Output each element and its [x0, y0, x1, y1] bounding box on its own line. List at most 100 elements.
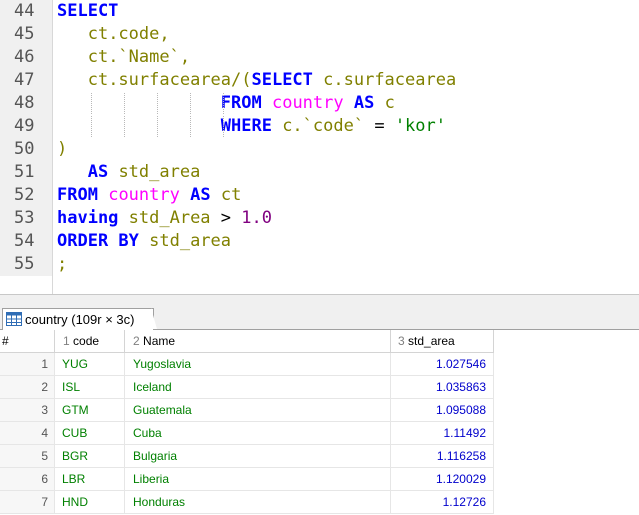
- result-grid[interactable]: # 1 code 2 Name 3 std_area 1 YUG Yugoslavi…: [0, 330, 639, 515]
- code-text: ct.`Name`,: [57, 46, 190, 69]
- table-row[interactable]: 4 CUB Cuba 1.11492: [0, 422, 494, 445]
- line-number-gutter: 47: [0, 69, 52, 92]
- column-header-std-area[interactable]: 3 std_area: [391, 330, 494, 353]
- indent-guide: [190, 93, 191, 114]
- code-token: ct.`Name`,: [87, 47, 191, 67]
- cell-std-area[interactable]: 1.116258: [391, 445, 494, 468]
- code-token: >: [220, 208, 232, 228]
- cell-code[interactable]: YUG: [55, 353, 125, 376]
- code-text: ORDER BY std_area: [57, 230, 231, 253]
- row-index[interactable]: 2: [0, 376, 55, 399]
- line-number-gutter: 51: [0, 161, 52, 184]
- code-token: ORDER BY: [57, 231, 139, 251]
- code-token: WHERE: [220, 116, 272, 136]
- line-number-gutter: 46: [0, 46, 52, 69]
- indent-guide: [190, 116, 191, 137]
- line-number: 55: [14, 254, 35, 274]
- row-index[interactable]: 7: [0, 491, 55, 514]
- code-line[interactable]: 51 AS std_area: [0, 161, 639, 184]
- code-token: 'kor': [394, 116, 446, 136]
- code-token: c: [374, 93, 395, 113]
- result-tab-country[interactable]: country (109r × 3c): [2, 308, 154, 330]
- cell-std-area[interactable]: 1.035863: [391, 376, 494, 399]
- indent-guide: [91, 116, 92, 137]
- column-name: std_area: [408, 334, 455, 348]
- row-index[interactable]: 6: [0, 468, 55, 491]
- cell-name[interactable]: Guatemala: [125, 399, 391, 422]
- cell-std-area[interactable]: 1.095088: [391, 399, 494, 422]
- code-line[interactable]: 54 ORDER BY std_area: [0, 230, 639, 253]
- column-header-code[interactable]: 1 code: [55, 330, 125, 353]
- line-number: 45: [14, 24, 35, 44]
- column-header-name[interactable]: 2 Name: [125, 330, 391, 353]
- cell-code[interactable]: BGR: [55, 445, 125, 468]
- cell-name[interactable]: Honduras: [125, 491, 391, 514]
- code-line[interactable]: 47 ct.surfacearea/(SELECT c.surfacearea: [0, 69, 639, 92]
- code-line[interactable]: 46 ct.`Name`,: [0, 46, 639, 69]
- cell-name[interactable]: Cuba: [125, 422, 391, 445]
- code-line[interactable]: 50): [0, 138, 639, 161]
- code-token: std_area: [108, 162, 201, 182]
- line-number: 51: [14, 162, 35, 182]
- table-row[interactable]: 3 GTM Guatemala 1.095088: [0, 399, 494, 422]
- cell-code[interactable]: GTM: [55, 399, 125, 422]
- column-number: 1: [63, 334, 70, 348]
- code-text: SELECT: [57, 0, 118, 23]
- cell-name[interactable]: Liberia: [125, 468, 391, 491]
- table-row[interactable]: 6 LBR Liberia 1.120029: [0, 468, 494, 491]
- cell-name[interactable]: Bulgaria: [125, 445, 391, 468]
- editor-results-splitter[interactable]: [0, 294, 639, 309]
- table-row[interactable]: 2 ISL Iceland 1.035863: [0, 376, 494, 399]
- code-text: ): [57, 138, 67, 161]
- cell-std-area[interactable]: 1.120029: [391, 468, 494, 491]
- table-row[interactable]: 5 BGR Bulgaria 1.116258: [0, 445, 494, 468]
- code-text: ;: [57, 253, 67, 276]
- result-tab-strip: country (109r × 3c): [0, 308, 639, 330]
- code-token: std_Area: [118, 208, 221, 228]
- cell-code[interactable]: ISL: [55, 376, 125, 399]
- row-index[interactable]: 5: [0, 445, 55, 468]
- indent-guide: [223, 116, 224, 137]
- line-number: 48: [14, 93, 35, 113]
- sql-editor[interactable]: 44 SELECT 45 ct.code, 46 ct.`Name`, 47 ct.su…: [0, 0, 639, 294]
- table-grid-icon: [6, 312, 22, 326]
- tab-corner: [151, 308, 157, 329]
- line-number: 49: [14, 116, 35, 136]
- code-text: FROM country AS c: [57, 92, 395, 115]
- index-column-header[interactable]: #: [0, 330, 55, 353]
- cell-name[interactable]: Iceland: [125, 376, 391, 399]
- row-index[interactable]: 1: [0, 353, 55, 376]
- line-number: 46: [14, 47, 35, 67]
- cell-std-area[interactable]: 1.11492: [391, 422, 494, 445]
- code-line[interactable]: 52 FROM country AS ct: [0, 184, 639, 207]
- code-text: ct.surfacearea/(SELECT c.surfacearea: [57, 69, 456, 92]
- cell-code[interactable]: HND: [55, 491, 125, 514]
- table-row[interactable]: 7 HND Honduras 1.12726: [0, 491, 494, 514]
- line-number-gutter: 48: [0, 92, 52, 115]
- indent-guide: [124, 93, 125, 114]
- code-line[interactable]: 55;: [0, 253, 639, 276]
- cell-std-area[interactable]: 1.12726: [391, 491, 494, 514]
- cell-std-area[interactable]: 1.027546: [391, 353, 494, 376]
- code-line[interactable]: 45 ct.code,: [0, 23, 639, 46]
- code-token: ct.code,: [87, 24, 170, 44]
- row-index[interactable]: 4: [0, 422, 55, 445]
- row-index[interactable]: 3: [0, 399, 55, 422]
- code-line[interactable]: 44 SELECT: [0, 0, 639, 23]
- code-line[interactable]: 53 having std_Area > 1.0: [0, 207, 639, 230]
- code-token: FROM: [57, 185, 98, 205]
- cell-code[interactable]: CUB: [55, 422, 125, 445]
- table-row[interactable]: 1 YUG Yugoslavia 1.027546: [0, 353, 494, 376]
- code-text: ct.code,: [57, 23, 170, 46]
- cell-name[interactable]: Yugoslavia: [125, 353, 391, 376]
- code-token: AS: [353, 93, 375, 113]
- code-line[interactable]: 48 FROM country AS c: [0, 92, 639, 115]
- code-line[interactable]: 49 WHERE c.`code` = 'kor': [0, 115, 639, 138]
- column-number: 2: [133, 334, 140, 348]
- cell-code[interactable]: LBR: [55, 468, 125, 491]
